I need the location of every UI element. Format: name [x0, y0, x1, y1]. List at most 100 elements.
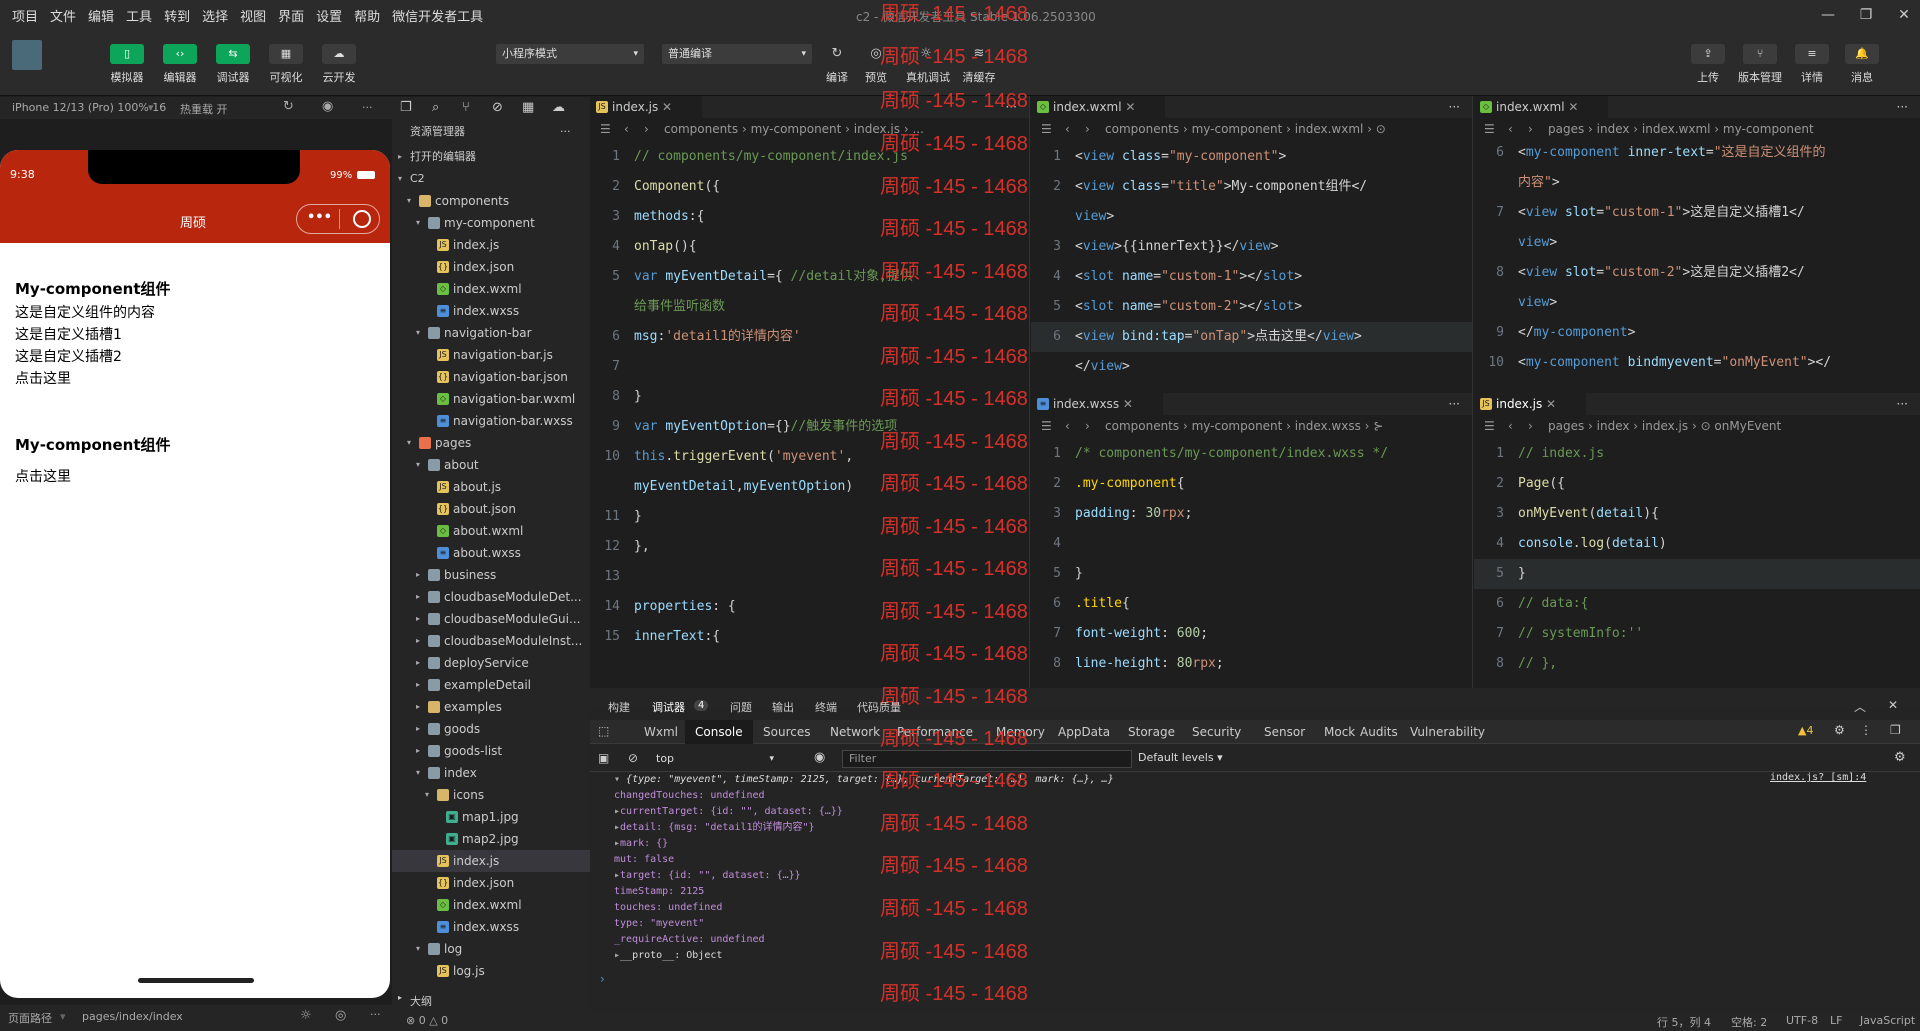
tree-item[interactable]: ▸ goods-list: [392, 740, 590, 762]
layers-button[interactable]: ≋ 清缓存: [959, 44, 999, 85]
bookmark-icon[interactable]: ☰: [600, 118, 611, 140]
back-icon[interactable]: ‹: [1508, 118, 1513, 140]
chevron-right-icon[interactable]: ▸: [416, 718, 420, 740]
close-icon[interactable]: ✕: [1542, 397, 1556, 411]
device-select[interactable]: iPhone 12/13 (Pro) 100% 16: [12, 101, 166, 114]
dock-icon[interactable]: ❐: [1890, 723, 1901, 737]
source-link[interactable]: index.js? [sm]:4: [1770, 772, 1866, 783]
bug-icon[interactable]: ☼: [300, 1008, 312, 1023]
tree-item[interactable]: {} navigation-bar.json: [392, 366, 590, 388]
outline-section[interactable]: ▸ 大纲: [392, 991, 590, 1009]
tree-item[interactable]: ≡ index.wxss: [392, 916, 590, 938]
tree-item[interactable]: ▾ pages: [392, 432, 590, 454]
chevron-right-icon[interactable]: ▸: [416, 630, 420, 652]
tab-console[interactable]: Console: [685, 720, 753, 744]
menu-item[interactable]: 转到: [164, 6, 190, 25]
tree-item[interactable]: JS log.js: [392, 960, 590, 982]
tree-item[interactable]: ▸ examples: [392, 696, 590, 718]
search-icon[interactable]: ⌕: [432, 100, 439, 115]
tree-item[interactable]: {} index.json: [392, 872, 590, 894]
more-icon[interactable]: ···: [1006, 96, 1017, 118]
problems-status[interactable]: ⊗ 0 △ 0: [392, 1010, 590, 1031]
menu-item[interactable]: 编辑: [88, 6, 114, 25]
tab-performance[interactable]: Performance: [897, 720, 973, 744]
tree-item[interactable]: ▸ exampleDetail: [392, 674, 590, 696]
bell-button[interactable]: 🔔 消息: [1839, 44, 1885, 85]
tree-item[interactable]: ▸ deployService: [392, 652, 590, 674]
tree-item[interactable]: ▣ map2.jpg: [392, 828, 590, 850]
record-icon[interactable]: ◉: [322, 99, 333, 114]
indent-setting[interactable]: 空格: 2: [1731, 1014, 1767, 1030]
chevron-down-icon[interactable]: ▾: [416, 322, 420, 344]
more-icon[interactable]: ⋮: [1860, 723, 1872, 737]
back-icon[interactable]: ‹: [1065, 415, 1070, 437]
editor-page-js[interactable]: JS index.js ✕ ··· ☰ ‹ › pages › index › index.…: [1474, 393, 1920, 688]
chevron-right-icon[interactable]: ▸: [416, 586, 420, 608]
tree-item[interactable]: JS index.js: [392, 850, 590, 872]
tab-sensor[interactable]: Sensor: [1264, 720, 1305, 744]
tab-index-wxml[interactable]: ◇ index.wxml ✕: [1474, 96, 1609, 118]
bookmark-icon[interactable]: ☰: [1041, 415, 1052, 437]
eye-icon[interactable]: ◎: [335, 1008, 346, 1023]
menu-item[interactable]: 项目: [12, 6, 38, 25]
hotreload-toggle[interactable]: 热重载 开: [180, 101, 228, 117]
menu-item[interactable]: 微信开发者工具: [392, 6, 483, 25]
tree-item[interactable]: ◇ navigation-bar.wxml: [392, 388, 590, 410]
collapse-icon[interactable]: ︿: [1854, 698, 1866, 715]
tree-item[interactable]: ▸ cloudbaseModuleGui...: [392, 608, 590, 630]
open-editors[interactable]: 打开的编辑器: [410, 146, 476, 168]
forward-icon[interactable]: ›: [644, 118, 649, 140]
more-icon[interactable]: ···: [1897, 393, 1908, 415]
avatar[interactable]: [12, 40, 42, 70]
console-line[interactable]: ▾ {type: "myevent", timeStamp: 2125, tar…: [614, 772, 1114, 788]
tree-item[interactable]: ◇ index.wxml: [392, 278, 590, 300]
forward-icon[interactable]: ›: [1528, 415, 1533, 437]
extensions-icon[interactable]: ▦: [522, 100, 534, 115]
compile-select[interactable]: 普通编译 ▾: [662, 44, 812, 64]
eye-button[interactable]: ◎ 预览: [856, 44, 896, 85]
eye-icon[interactable]: ◉: [814, 750, 825, 765]
tree-item[interactable]: {} about.json: [392, 498, 590, 520]
toolbar-debug-button[interactable]: ⇆ 调试器: [210, 44, 256, 85]
refresh-button[interactable]: ↻ 编译: [817, 44, 857, 85]
more-icon[interactable]: ···: [370, 1008, 381, 1021]
close-icon[interactable]: ✕: [1565, 100, 1578, 114]
inspect-icon[interactable]: ⬚: [598, 724, 609, 738]
console-prompt[interactable]: ›: [600, 972, 605, 986]
forward-icon[interactable]: ›: [1085, 118, 1090, 140]
more-icon[interactable]: ···: [362, 101, 373, 114]
upload-button[interactable]: ⇪ 上传: [1685, 44, 1731, 85]
tab-mock[interactable]: Mock: [1324, 720, 1355, 744]
filter-input[interactable]: Filter: [842, 750, 1132, 768]
editor-component-wxss[interactable]: ≡ index.wxss ✕ ··· ☰ ‹ › components › my-compo…: [1031, 393, 1473, 688]
toolbar-code-button[interactable]: ‹› 编辑器: [157, 44, 203, 85]
tab-appdata[interactable]: AppData: [1058, 720, 1110, 744]
page-path[interactable]: pages/index/index: [82, 1010, 183, 1023]
tab-sources[interactable]: Sources: [763, 720, 810, 744]
tree-item[interactable]: ≡ index.wxss: [392, 300, 590, 322]
devtools-toptab[interactable]: 终端: [815, 700, 837, 716]
branch-button[interactable]: ⑂ 版本管理: [1737, 44, 1783, 85]
chevron-down-icon[interactable]: ▾: [407, 190, 411, 212]
chevron-down-icon[interactable]: ▾: [416, 938, 420, 960]
menu-item[interactable]: 视图: [240, 6, 266, 25]
tab-storage[interactable]: Storage: [1128, 720, 1175, 744]
chevron-down-icon[interactable]: ▾: [425, 784, 429, 806]
menu-item[interactable]: 选择: [202, 6, 228, 25]
tab-audits[interactable]: Audits: [1360, 720, 1398, 744]
chevron-down-icon[interactable]: ▾: [407, 432, 411, 454]
tree-item[interactable]: ▣ map1.jpg: [392, 806, 590, 828]
chevron-down-icon[interactable]: ▾: [416, 762, 420, 784]
tab-wxml[interactable]: Wxml: [644, 720, 678, 744]
sidebar-toggle-icon[interactable]: ▣: [598, 751, 609, 765]
minimize-icon[interactable]: —: [1818, 5, 1838, 25]
tree-item[interactable]: JS about.js: [392, 476, 590, 498]
capsule-button[interactable]: •••: [296, 204, 380, 234]
tree-item[interactable]: ▸ cloudbaseModuleInst...: [392, 630, 590, 652]
tree-item[interactable]: ▾ about: [392, 454, 590, 476]
menu-item[interactable]: 帮助: [354, 6, 380, 25]
settings-icon[interactable]: ⚙: [1834, 723, 1845, 737]
cursor-position[interactable]: 行 5，列 4: [1657, 1014, 1711, 1030]
chevron-down-icon[interactable]: ▾: [416, 454, 420, 476]
more-icon[interactable]: ···: [560, 121, 571, 143]
